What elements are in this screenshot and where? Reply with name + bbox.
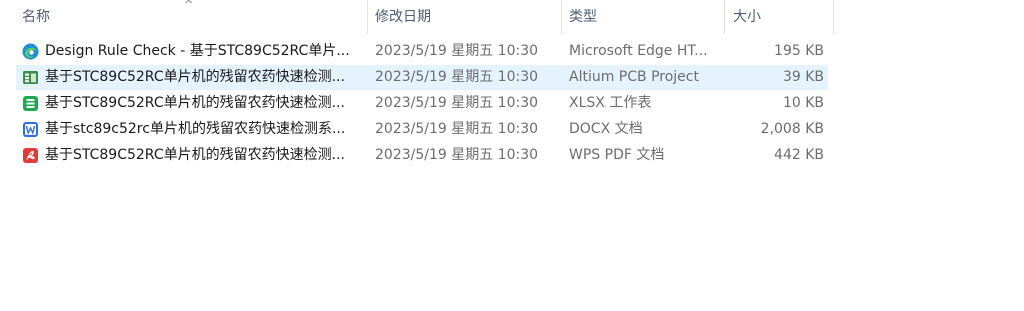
column-divider[interactable]: [367, 0, 368, 34]
column-header-bar: 名称 ^ 修改日期 类型 大小: [0, 0, 834, 34]
file-row[interactable]: 基于STC89C52RC单片机的残留农药快速检测... 2023/5/19 星期…: [16, 143, 828, 168]
file-name: 基于STC89C52RC单片机的残留农药快速检测...: [45, 69, 345, 85]
column-header-type[interactable]: 类型: [569, 0, 597, 34]
file-type: Microsoft Edge HT...: [569, 43, 708, 59]
file-size: 195 KB: [774, 43, 824, 59]
pdf-icon: [22, 147, 39, 164]
file-date-modified: 2023/5/19 星期五 10:30: [375, 147, 539, 163]
file-name: 基于STC89C52RC单片机的残留农药快速检测...: [45, 95, 345, 111]
file-size: 39 KB: [782, 69, 824, 85]
column-divider[interactable]: [724, 0, 725, 34]
file-date-modified: 2023/5/19 星期五 10:30: [375, 69, 539, 85]
file-row[interactable]: 基于STC89C52RC单片机的残留农药快速检测... 2023/5/19 星期…: [16, 65, 828, 90]
column-header-date-modified[interactable]: 修改日期: [375, 0, 431, 34]
file-size: 10 KB: [782, 95, 824, 111]
file-size: 2,008 KB: [760, 121, 824, 137]
column-divider[interactable]: [833, 0, 834, 34]
file-type: Altium PCB Project: [569, 69, 699, 85]
column-divider[interactable]: [561, 0, 562, 34]
file-name: 基于stc89c52rc单片机的残留农药快速检测系...: [45, 121, 346, 137]
sort-ascending-icon: ^: [184, 0, 194, 11]
file-row[interactable]: 基于stc89c52rc单片机的残留农药快速检测系... 2023/5/19 星…: [16, 117, 828, 142]
file-date-modified: 2023/5/19 星期五 10:30: [375, 121, 539, 137]
edge-icon: [22, 43, 39, 60]
xlsx-icon: [22, 95, 39, 112]
file-date-modified: 2023/5/19 星期五 10:30: [375, 43, 539, 59]
file-name: 基于STC89C52RC单片机的残留农药快速检测...: [45, 147, 345, 163]
file-row[interactable]: 基于STC89C52RC单片机的残留农药快速检测... 2023/5/19 星期…: [16, 91, 828, 116]
column-header-size[interactable]: 大小: [733, 0, 761, 34]
column-header-name[interactable]: 名称: [22, 0, 50, 34]
file-type: DOCX 文档: [569, 121, 643, 137]
file-size: 442 KB: [774, 147, 824, 163]
file-type: XLSX 工作表: [569, 95, 652, 111]
docx-icon: [22, 121, 39, 138]
file-type: WPS PDF 文档: [569, 147, 665, 163]
file-date-modified: 2023/5/19 星期五 10:30: [375, 95, 539, 111]
altium-icon: [22, 69, 39, 86]
file-name: Design Rule Check - 基于STC89C52RC单片...: [45, 43, 350, 59]
file-row[interactable]: Design Rule Check - 基于STC89C52RC单片... 20…: [16, 39, 828, 64]
